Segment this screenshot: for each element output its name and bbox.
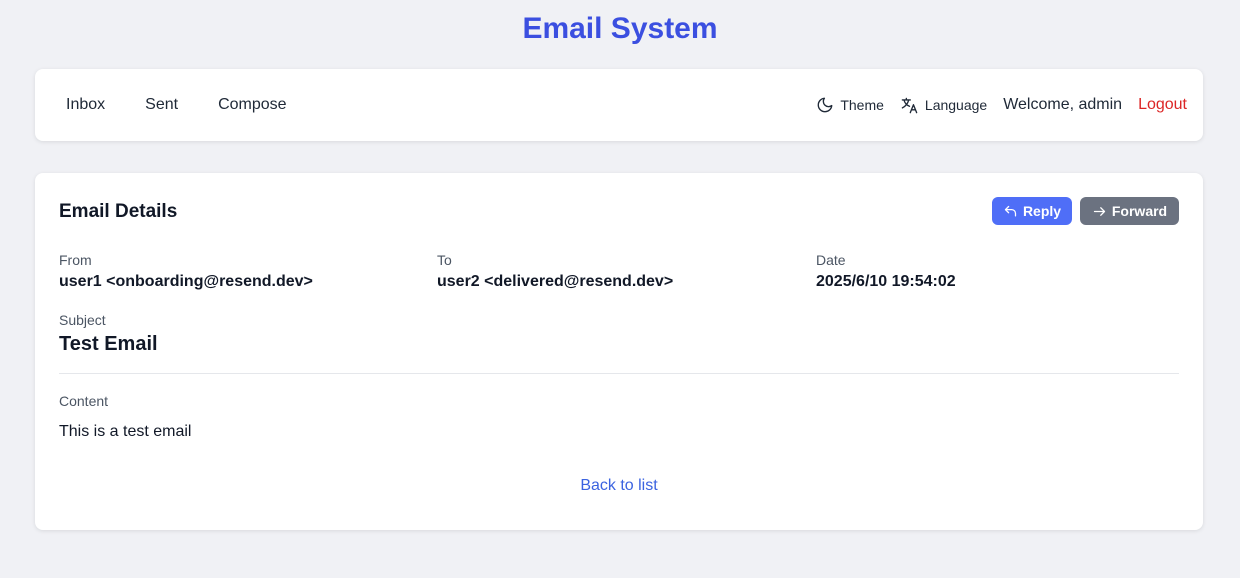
email-details-card: Email Details Reply Forward From user1 <… [35,173,1203,530]
nav-sent-link[interactable]: Sent [145,96,178,114]
date-field: Date 2025/6/10 19:54:02 [816,251,956,293]
theme-label: Theme [840,97,884,113]
reply-button[interactable]: Reply [992,197,1072,225]
subject-label: Subject [59,312,106,328]
nav-actions: Theme Language Welcome, admin Logout [816,96,1187,115]
forward-button[interactable]: Forward [1080,197,1179,225]
reply-arrow-icon [1004,205,1017,216]
subject-value: Test Email [59,333,158,355]
nav-inbox-link[interactable]: Inbox [66,96,105,114]
content-body: This is a test email [59,423,192,440]
content-field: Content This is a test email [59,392,191,442]
back-to-list-label[interactable]: Back to list [580,477,657,494]
to-label: To [437,252,452,268]
top-navbar: Inbox Sent Compose Theme Language Welcom… [35,69,1203,141]
nav-links: Inbox Sent Compose [66,96,327,114]
back-to-list-link: Back to list [35,477,1203,495]
content-label: Content [59,393,109,409]
from-value: user1 <onboarding@resend.dev> [59,273,313,290]
subject-field: Subject Test Email [59,311,158,357]
language-label: Language [924,97,988,113]
app-title: Email System [522,12,718,45]
logout-link[interactable]: Logout [1138,96,1187,114]
nav-compose-link[interactable]: Compose [218,96,286,114]
translate-icon [901,97,918,113]
email-details-heading: Email Details [59,201,178,222]
theme-toggle[interactable]: Theme [816,96,884,114]
to-field: To user2 <delivered@resend.dev> [437,251,673,293]
from-label: From [59,252,92,268]
language-selector[interactable]: Language [900,96,987,115]
date-label: Date [816,252,846,268]
date-value: 2025/6/10 19:54:02 [816,273,956,290]
to-value: user2 <delivered@resend.dev> [437,273,674,290]
moon-icon [817,97,833,113]
forward-label: Forward [1111,203,1168,219]
reply-label: Reply [1022,203,1062,219]
divider [59,373,1179,374]
from-field: From user1 <onboarding@resend.dev> [59,251,313,293]
welcome-text: Welcome, admin [1003,96,1123,113]
forward-arrow-icon [1093,206,1105,216]
